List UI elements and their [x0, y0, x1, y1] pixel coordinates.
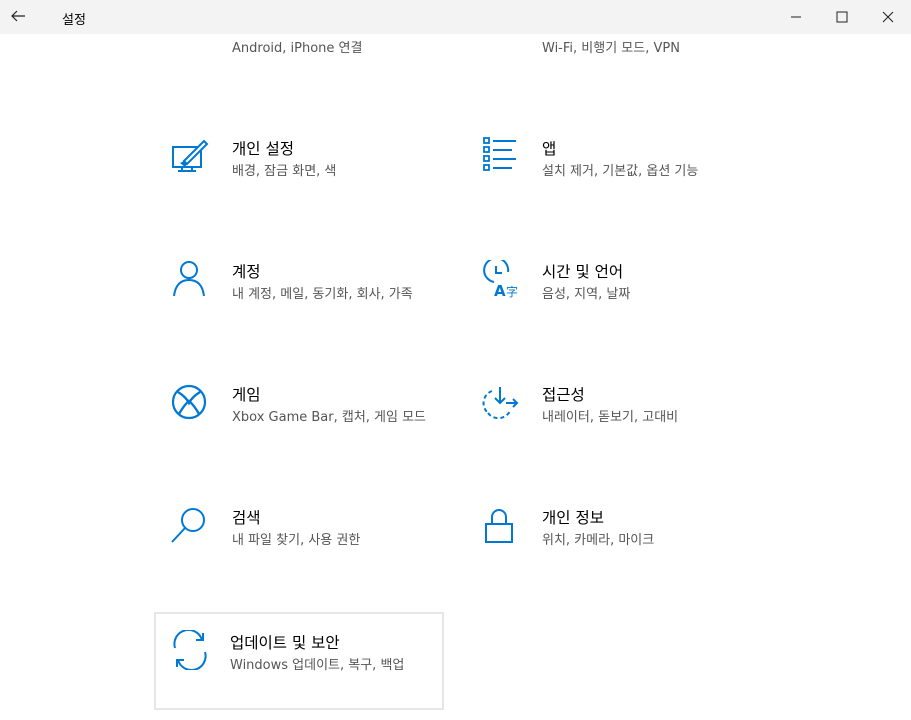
- apps-list-icon: [480, 137, 520, 177]
- minimize-button[interactable]: [773, 0, 819, 34]
- tile-accessibility[interactable]: 접근성 내레이터, 돋보기, 고대비: [466, 383, 756, 483]
- tile-time-language-desc: 음성, 지역, 날짜: [542, 287, 631, 302]
- tile-search[interactable]: 검색 내 파일 찾기, 사용 권한: [156, 506, 446, 606]
- tile-network[interactable]: Wi-Fi, 비행기 모드, VPN: [466, 34, 756, 118]
- title-bar: 설정: [0, 0, 911, 34]
- lock-icon: [480, 506, 520, 546]
- tile-accounts[interactable]: 계정 내 계정, 메일, 동기화, 회사, 가족: [156, 260, 446, 360]
- tile-personalization-desc: 배경, 잠금 화면, 색: [232, 164, 337, 179]
- tile-search-desc: 내 파일 찾기, 사용 권한: [232, 533, 361, 548]
- tile-gaming-title: 게임: [232, 386, 261, 404]
- tile-update-security-title: 업데이트 및 보안: [230, 634, 340, 652]
- tile-privacy[interactable]: 개인 정보 위치, 카메라, 마이크: [466, 506, 756, 606]
- tile-apps-desc: 설치 제거, 기본값, 옵션 기능: [542, 164, 699, 179]
- personalization-icon: [170, 137, 210, 177]
- tile-search-title: 검색: [232, 509, 261, 527]
- tile-privacy-desc: 위치, 카메라, 마이크: [542, 533, 655, 548]
- window-title: 설정: [62, 13, 86, 28]
- tile-apps[interactable]: 앱 설치 제거, 기본값, 옵션 기능: [466, 137, 756, 237]
- tile-accessibility-desc: 내레이터, 돋보기, 고대비: [542, 410, 679, 425]
- xbox-icon: [170, 383, 210, 423]
- tile-network-desc: Wi-Fi, 비행기 모드, VPN: [542, 41, 680, 56]
- maximize-button[interactable]: [819, 0, 865, 34]
- time-language-icon: A 字: [480, 257, 520, 300]
- tile-phone-desc: Android, iPhone 연결: [232, 41, 363, 56]
- update-icon: [170, 628, 210, 672]
- tile-time-language-title: 시간 및 언어: [542, 263, 624, 281]
- tile-accessibility-title: 접근성: [542, 386, 585, 404]
- tile-apps-title: 앱: [542, 140, 557, 158]
- back-arrow-icon[interactable]: [8, 6, 28, 26]
- maximize-icon: [836, 11, 848, 23]
- svg-text:字: 字: [506, 284, 518, 299]
- svg-text:A: A: [494, 282, 506, 300]
- search-icon: [170, 506, 210, 546]
- tile-update-security[interactable]: 업데이트 및 보안 Windows 업데이트, 복구, 백업: [154, 612, 444, 710]
- tile-time-language[interactable]: A 字 시간 및 언어 음성, 지역, 날짜: [466, 257, 756, 360]
- tile-gaming-desc: Xbox Game Bar, 캡처, 게임 모드: [232, 410, 427, 425]
- person-icon: [170, 260, 210, 300]
- tile-accounts-title: 계정: [232, 263, 261, 281]
- tile-personalization[interactable]: 개인 설정 배경, 잠금 화면, 색: [156, 137, 446, 237]
- tile-accounts-desc: 내 계정, 메일, 동기화, 회사, 가족: [232, 287, 413, 302]
- tile-gaming[interactable]: 게임 Xbox Game Bar, 캡처, 게임 모드: [156, 383, 446, 483]
- close-icon: [882, 11, 894, 23]
- globe-icon: [480, 34, 520, 58]
- phone-icon: [170, 34, 210, 58]
- tile-update-security-desc: Windows 업데이트, 복구, 백업: [230, 658, 405, 673]
- accessibility-icon: [480, 383, 520, 423]
- settings-content: Android, iPhone 연결 Wi-Fi, 비행기 모드, VPN 개인…: [0, 34, 911, 720]
- tile-personalization-title: 개인 설정: [232, 140, 294, 158]
- close-button[interactable]: [865, 0, 911, 34]
- minimize-icon: [791, 16, 801, 18]
- tile-phone[interactable]: Android, iPhone 연결: [156, 34, 446, 118]
- tile-privacy-title: 개인 정보: [542, 509, 604, 527]
